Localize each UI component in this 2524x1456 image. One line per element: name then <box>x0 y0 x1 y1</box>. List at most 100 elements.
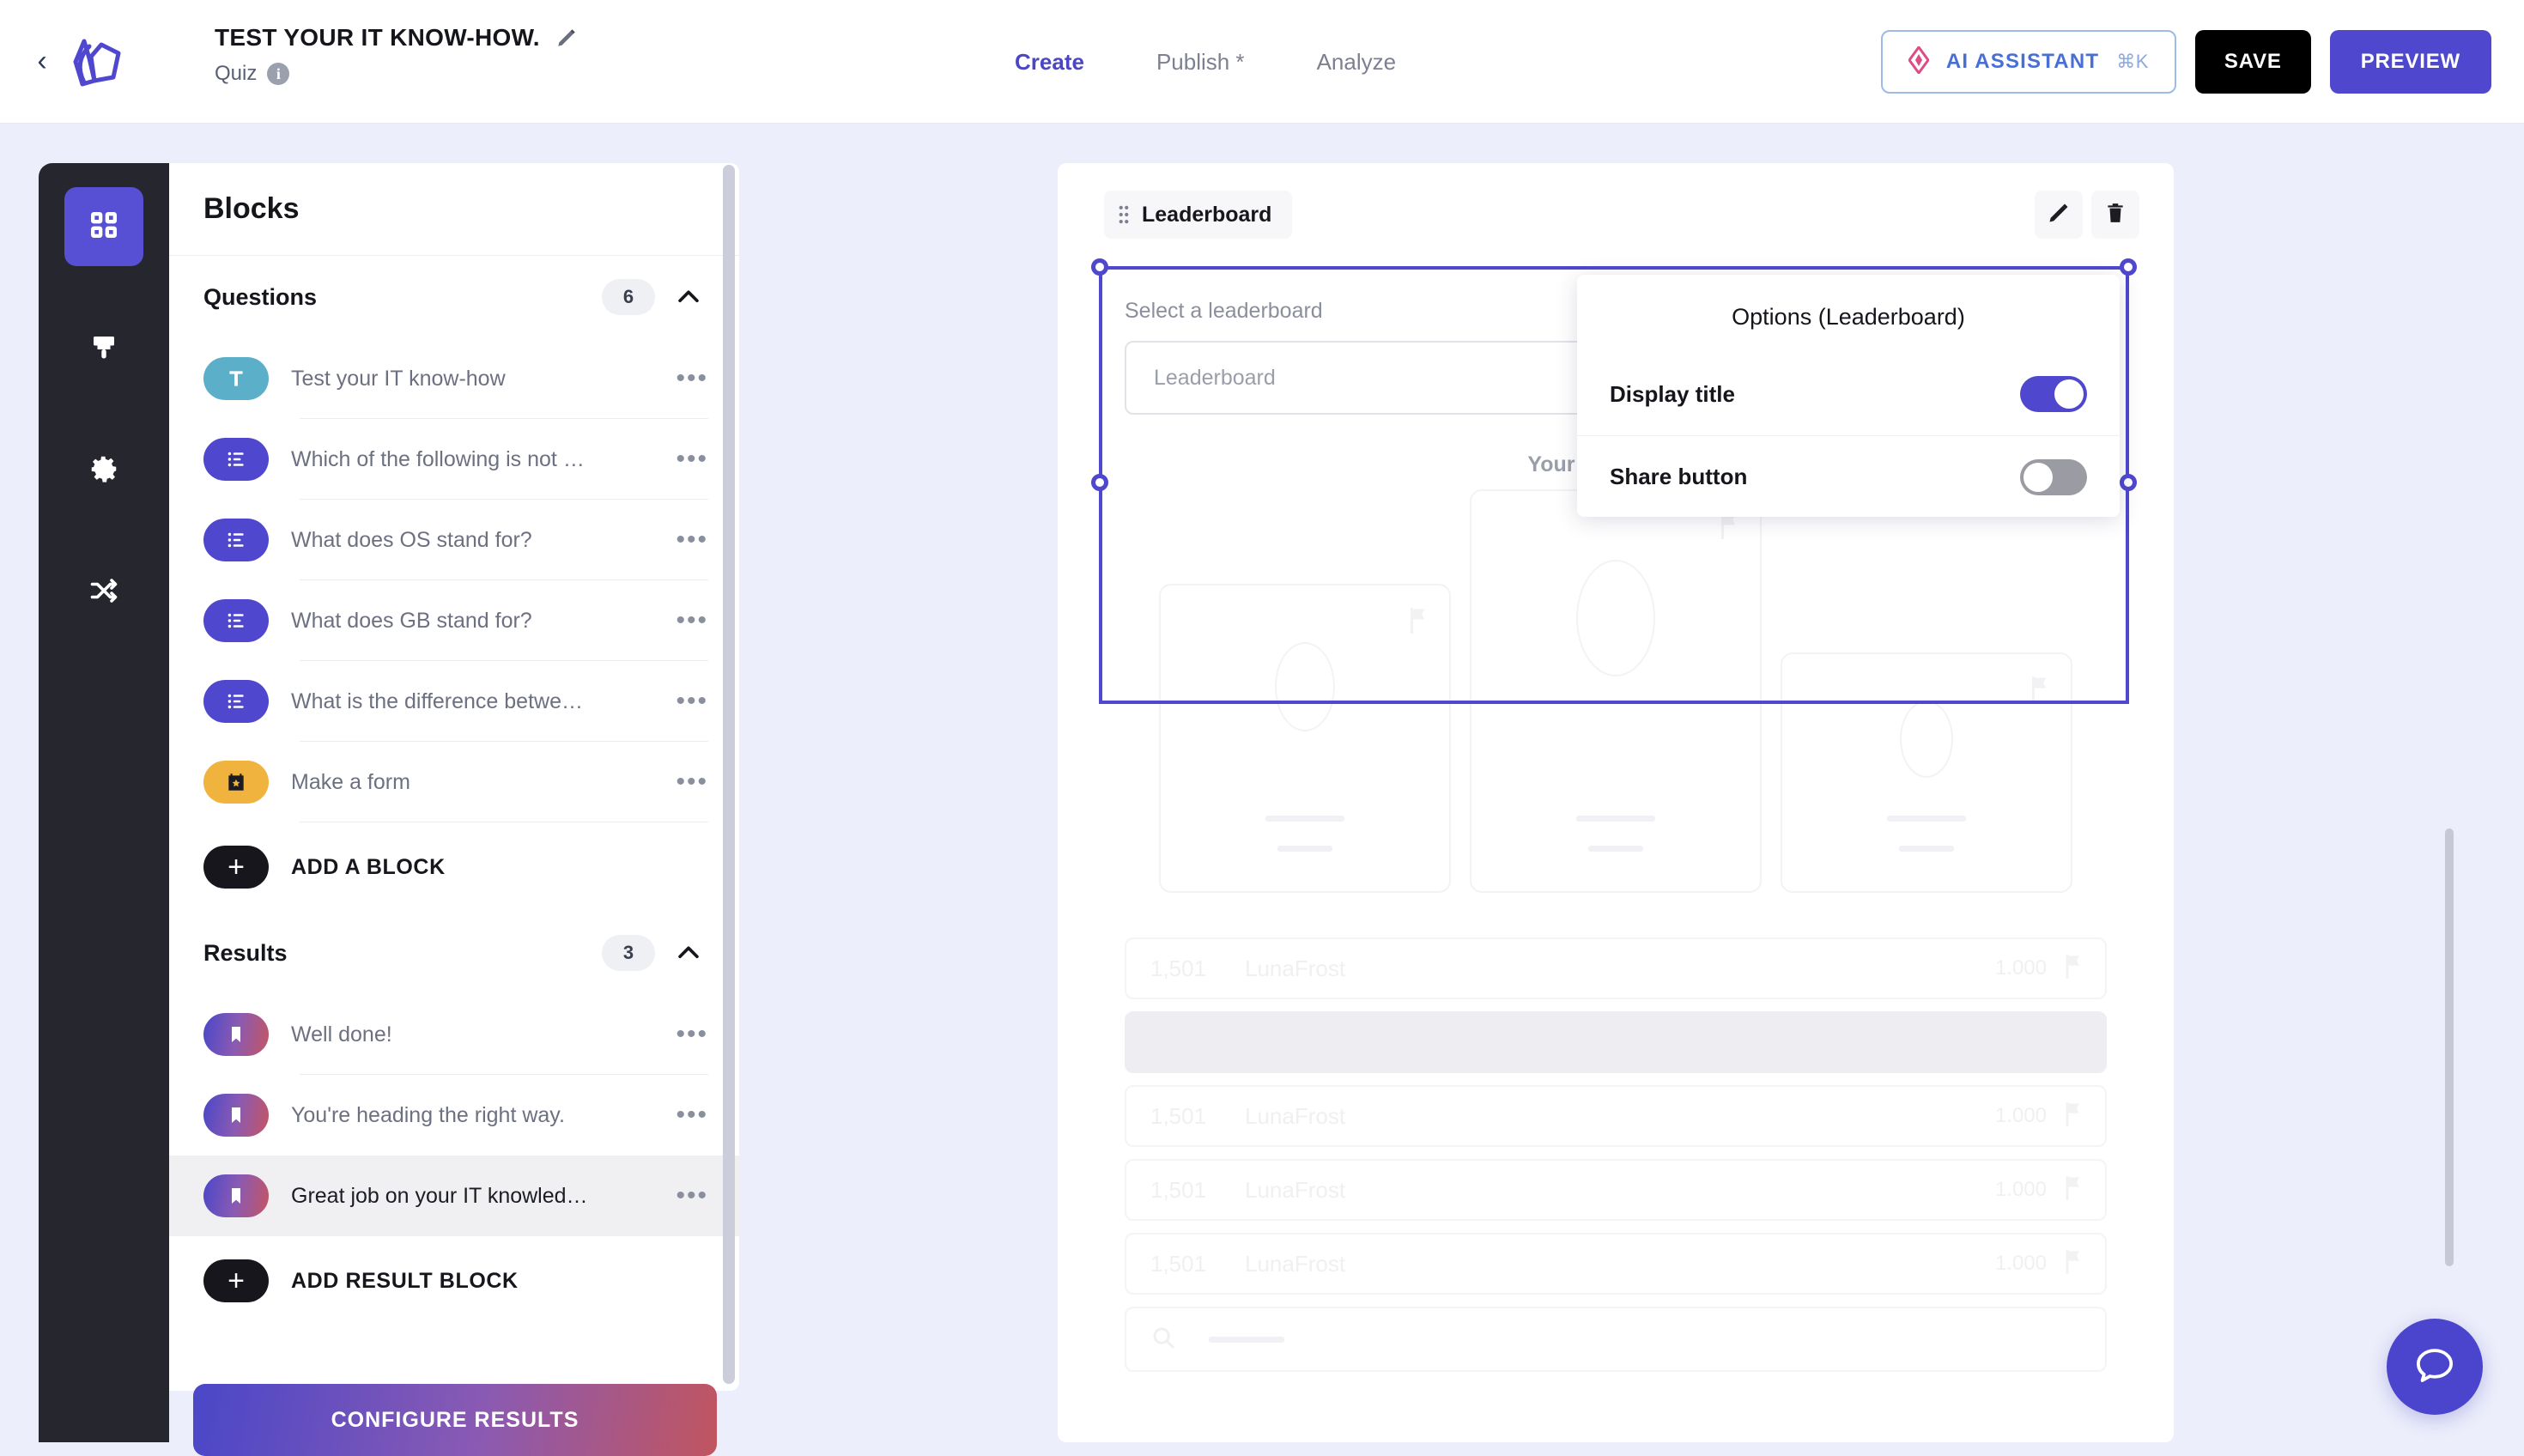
tab-analyze[interactable]: Analyze <box>1281 0 1433 124</box>
block-list-item[interactable]: You're heading the right way. ••• <box>169 1075 739 1156</box>
display-title-toggle[interactable] <box>2020 376 2087 412</box>
section-title: Results <box>203 940 602 967</box>
blocks-panel-title: Blocks <box>203 192 300 226</box>
option-row-display-title[interactable]: Display title <box>1577 353 2120 435</box>
choice-block-icon <box>203 438 269 481</box>
rail-item-design[interactable] <box>64 309 143 388</box>
name-placeholder <box>1887 816 1966 822</box>
grid-icon <box>87 208 121 246</box>
row-rank: 1,501 <box>1150 956 1245 982</box>
block-label: What is the difference betwe… <box>291 689 664 714</box>
block-list-item[interactable]: What does OS stand for? ••• <box>169 500 739 580</box>
form-block-icon <box>203 761 269 804</box>
rail-item-settings[interactable] <box>64 431 143 510</box>
block-label: Well done! <box>291 1022 664 1047</box>
score-placeholder <box>1277 846 1332 852</box>
table-row[interactable]: 1,501 LunaFrost 1.000 <box>1125 1159 2107 1221</box>
block-list-item[interactable]: Test your IT know-how ••• <box>169 338 739 419</box>
row-score: 1.000 <box>1995 956 2047 980</box>
block-list-item[interactable]: Make a form ••• <box>169 742 739 822</box>
ai-assistant-label: AI ASSISTANT <box>1946 50 2099 74</box>
row-rank: 1,501 <box>1150 1103 1245 1130</box>
delete-block-button[interactable] <box>2091 191 2139 239</box>
option-label: Share button <box>1610 464 2020 490</box>
edit-block-button[interactable] <box>2035 191 2083 239</box>
name-placeholder <box>1265 816 1344 822</box>
drag-grip-icon[interactable] <box>1118 203 1130 226</box>
chevron-up-icon[interactable] <box>674 938 703 968</box>
block-list-item[interactable]: What does GB stand for? ••• <box>169 580 739 661</box>
table-row[interactable]: 1,501 LunaFrost 1.000 <box>1125 1233 2107 1295</box>
block-list-item[interactable]: Which of the following is not … ••• <box>169 419 739 500</box>
score-placeholder <box>1899 846 1954 852</box>
block-type-label: Leaderboard <box>1142 203 1271 228</box>
block-label: Make a form <box>291 770 664 795</box>
chevron-up-icon[interactable] <box>674 282 703 312</box>
leaderboard-select-value: Leaderboard <box>1154 366 1276 391</box>
search-icon <box>1150 1325 1176 1355</box>
left-icon-rail <box>39 163 169 1442</box>
chat-bubble-icon <box>2412 1342 2458 1392</box>
pencil-icon[interactable] <box>555 27 578 49</box>
block-list-item[interactable]: Great job on your IT knowled… ••• <box>169 1156 739 1236</box>
block-overflow-menu[interactable]: ••• <box>664 1101 708 1130</box>
choice-block-icon <box>203 680 269 723</box>
brand-logo[interactable] <box>64 33 130 93</box>
gear-icon <box>88 452 120 489</box>
block-overflow-menu[interactable]: ••• <box>664 364 708 393</box>
chat-support-button[interactable] <box>2387 1319 2483 1415</box>
block-label: Great job on your IT knowled… <box>291 1184 664 1209</box>
block-type-chip[interactable]: Leaderboard <box>1104 191 1292 239</box>
blocks-panel-header: Blocks <box>169 163 739 256</box>
option-row-share-button[interactable]: Share button <box>1577 435 2120 518</box>
preview-button[interactable]: PREVIEW <box>2330 30 2491 94</box>
avatar <box>1275 642 1335 731</box>
name-placeholder <box>1576 816 1655 822</box>
tab-create[interactable]: Create <box>979 0 1120 124</box>
canvas-block-toolbar: Leaderboard <box>1058 163 2174 258</box>
section-header-results[interactable]: Results 3 <box>169 912 739 994</box>
row-score: 1.000 <box>1995 1104 2047 1128</box>
block-overflow-menu[interactable]: ••• <box>664 687 708 716</box>
podium-place-2 <box>1159 584 1451 893</box>
add-result-block-button[interactable]: + ADD RESULT BLOCK <box>169 1236 739 1326</box>
block-label: Which of the following is not … <box>291 447 664 472</box>
result-block-icon <box>203 1174 269 1217</box>
save-button[interactable]: SAVE <box>2195 30 2311 94</box>
rail-item-logic[interactable] <box>64 553 143 632</box>
rail-item-blocks[interactable] <box>64 187 143 266</box>
leaderboard-search-row[interactable] <box>1125 1307 2107 1372</box>
blocks-panel-scrollbar[interactable] <box>723 165 735 1384</box>
block-overflow-menu[interactable]: ••• <box>664 525 708 555</box>
block-list-item[interactable]: What is the difference betwe… ••• <box>169 661 739 742</box>
paintbrush-icon <box>88 331 119 367</box>
flag-icon <box>1410 608 1427 634</box>
tab-publish[interactable]: Publish * <box>1120 0 1281 124</box>
flag-icon <box>2066 1250 2081 1278</box>
block-list-item[interactable]: Well done! ••• <box>169 994 739 1075</box>
add-block-button[interactable]: + ADD A BLOCK <box>169 822 739 912</box>
section-header-questions[interactable]: Questions 6 <box>169 256 739 338</box>
table-row[interactable] <box>1125 1011 2107 1073</box>
block-label: What does GB stand for? <box>291 609 664 634</box>
block-overflow-menu[interactable]: ••• <box>664 445 708 474</box>
ai-diamond-icon <box>1908 46 1929 78</box>
section-count-badge: 6 <box>602 279 655 315</box>
configure-results-button[interactable]: CONFIGURE RESULTS <box>193 1384 717 1456</box>
block-overflow-menu[interactable]: ••• <box>664 606 708 635</box>
pencil-icon <box>2047 201 2071 229</box>
ai-assistant-button[interactable]: AI ASSISTANT ⌘K <box>1881 30 2176 94</box>
section-title: Questions <box>203 284 602 311</box>
back-button[interactable]: ‹ <box>29 49 55 75</box>
canvas-scrollbar[interactable] <box>2445 828 2454 1266</box>
row-rank: 1,501 <box>1150 1251 1245 1277</box>
table-row[interactable]: 1,501 LunaFrost 1.000 <box>1125 1085 2107 1147</box>
block-overflow-menu[interactable]: ••• <box>664 767 708 797</box>
table-row[interactable]: 1,501 LunaFrost 1.000 <box>1125 937 2107 999</box>
block-overflow-menu[interactable]: ••• <box>664 1020 708 1049</box>
info-icon[interactable]: i <box>267 63 289 85</box>
share-button-toggle[interactable] <box>2020 459 2087 495</box>
block-overflow-menu[interactable]: ••• <box>664 1181 708 1210</box>
search-placeholder <box>1209 1337 1284 1343</box>
share-nodes-icon <box>88 575 119 610</box>
